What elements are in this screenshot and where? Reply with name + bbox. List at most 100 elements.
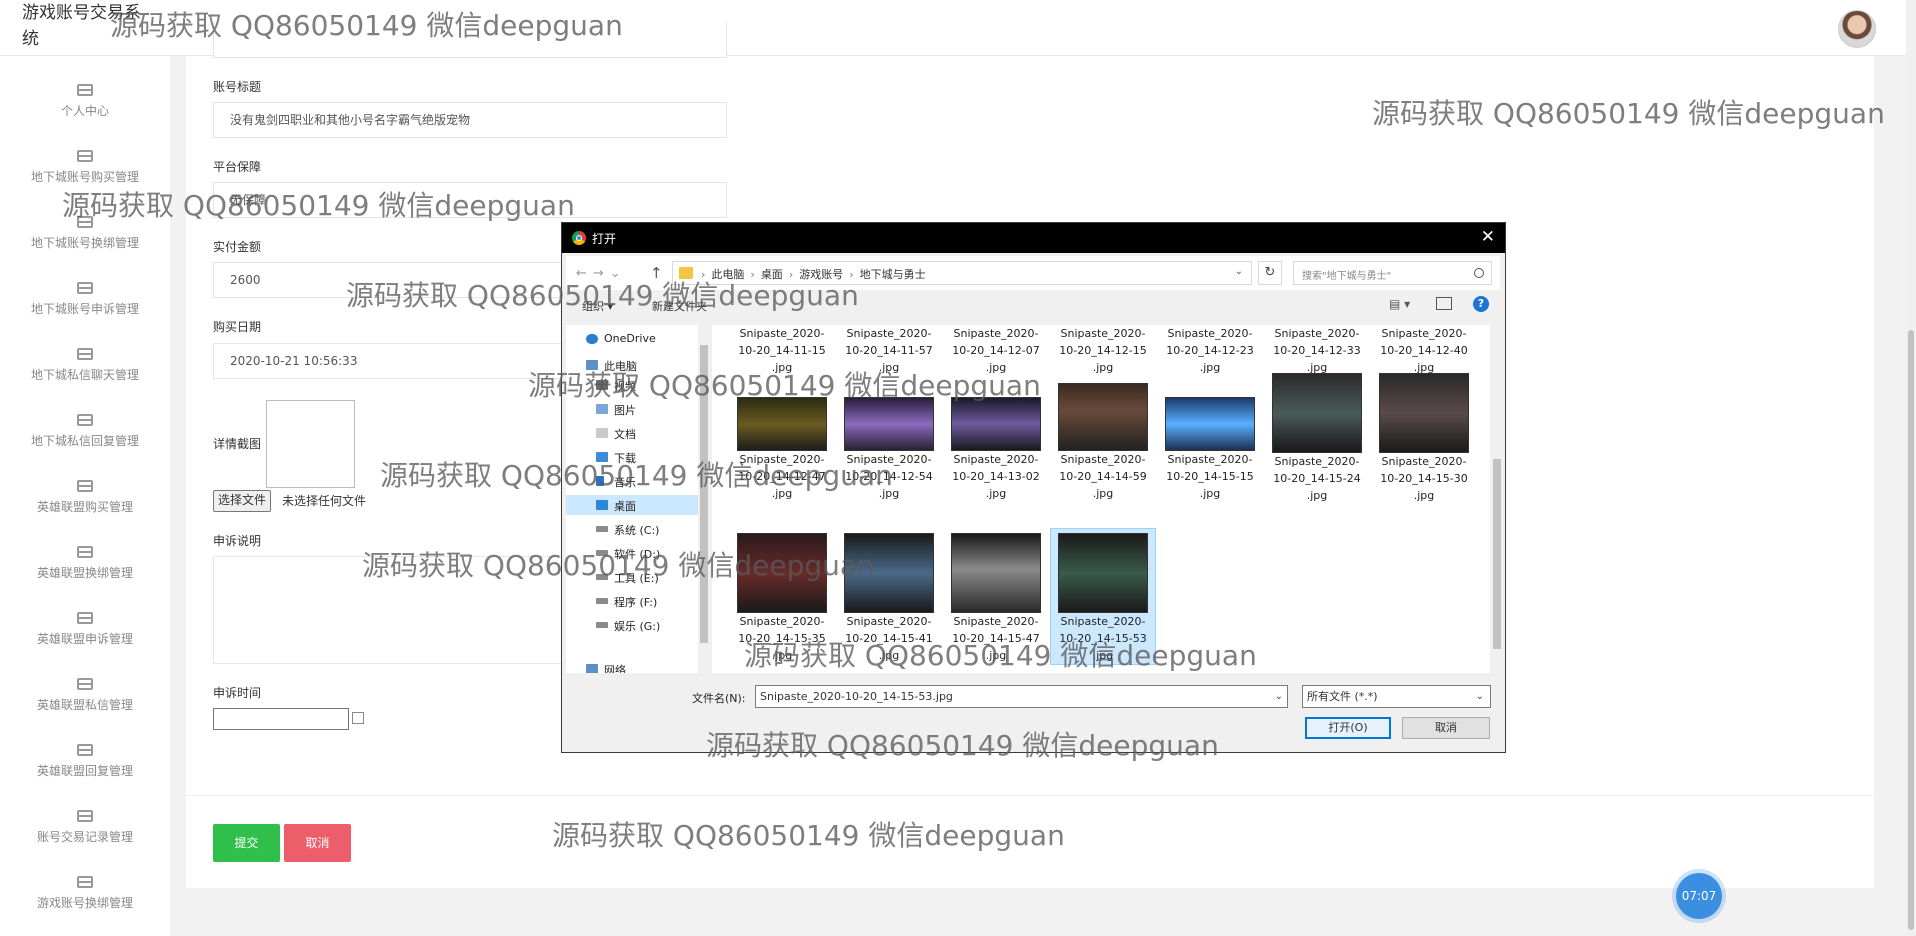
nav-item-drive-f[interactable]: 程序 (F:) <box>566 591 696 611</box>
file-item[interactable]: Snipaste_2020- 10-20_14-11-15 .jpg <box>730 325 834 376</box>
calendar-icon[interactable] <box>352 712 364 724</box>
file-item[interactable]: Snipaste_2020- 10-20_14-12-54 .jpg <box>837 383 941 502</box>
file-item[interactable]: Snipaste_2020- 10-20_14-12-07 .jpg <box>944 325 1048 376</box>
up-arrow-icon[interactable]: ↑ <box>650 264 663 282</box>
chevron-down-icon[interactable]: ⌄ <box>1275 686 1283 707</box>
music-folder-icon <box>596 476 604 486</box>
sidebar-item-trade-records[interactable]: 账号交易记录管理 <box>0 782 170 848</box>
sidebar-item-dnf-reply[interactable]: 地下城私信回复管理 <box>0 386 170 452</box>
sidebar-item-lol-rebind[interactable]: 英雄联盟换绑管理 <box>0 518 170 584</box>
cancel-button[interactable]: 取消 <box>284 824 351 862</box>
no-file-text: 未选择任何文件 <box>282 494 367 508</box>
nav-item-pictures[interactable]: 图片 <box>566 399 696 419</box>
help-icon[interactable]: ? <box>1473 296 1489 312</box>
file-item[interactable]: Snipaste_2020- 10-20_14-12-23 .jpg <box>1158 325 1262 376</box>
view-options-icon[interactable]: ▤ ▾ <box>1389 297 1410 311</box>
nav-item-network[interactable]: 网络 <box>566 659 696 673</box>
nav-item-drive-e[interactable]: 工具 (E:) <box>566 567 696 587</box>
sidebar-item-lol-reply[interactable]: 英雄联盟回复管理 <box>0 716 170 782</box>
file-item[interactable]: Snipaste_2020- 10-20_14-15-15 .jpg <box>1158 383 1262 502</box>
file-item[interactable]: Snipaste_2020- 10-20_14-12-15 .jpg <box>1051 325 1155 376</box>
organize-menu[interactable]: 组织 ▾ <box>582 298 613 314</box>
account-title-input[interactable]: 没有鬼剑四职业和其他小号名字霸气绝版宠物 <box>213 102 727 138</box>
file-item[interactable]: Snipaste_2020- 10-20_14-15-35 .jpg <box>730 533 834 664</box>
cloud-icon <box>586 334 598 344</box>
sidebar-item-personal-center[interactable]: 个人中心 <box>0 56 170 122</box>
back-forward-icons[interactable]: ←→⌄ <box>576 266 627 281</box>
file-list-scrollbar-thumb[interactable] <box>1493 459 1501 649</box>
nav-item-desktop[interactable]: 桌面 <box>566 495 698 515</box>
breadcrumb-item[interactable]: 地下城与勇士 <box>860 268 926 281</box>
file-name-line: Snipaste_2020- <box>1381 327 1467 340</box>
file-list-scrollbar[interactable] <box>1490 325 1504 673</box>
platform-input[interactable]: 无保障 <box>213 182 727 218</box>
file-thumbnail <box>1379 373 1469 453</box>
submit-button[interactable]: 提交 <box>213 824 280 862</box>
close-icon[interactable]: ✕ <box>1481 227 1495 247</box>
sidebar-item-label: 游戏账号换绑管理 <box>36 896 133 910</box>
breadcrumb-item[interactable]: 游戏账号 <box>799 268 843 281</box>
filetype-select[interactable]: 所有文件 (*.*) ⌄ <box>1302 685 1491 708</box>
sidebar-item-dnf-rebind[interactable]: 地下城账号换绑管理 <box>0 188 170 254</box>
open-button[interactable]: 打开(O) <box>1305 717 1391 739</box>
nav-item-documents[interactable]: 文档 <box>566 423 696 443</box>
file-item[interactable]: Snipaste_2020- 10-20_14-14-59 .jpg <box>1051 383 1155 502</box>
nav-item-this-pc[interactable]: 此电脑 <box>566 355 696 375</box>
nav-item-drive-c[interactable]: 系统 (C:) <box>566 519 696 539</box>
dialog-cancel-button[interactable]: 取消 <box>1402 717 1490 739</box>
sidebar-item-lol-appeal[interactable]: 英雄联盟申诉管理 <box>0 584 170 650</box>
file-item[interactable]: Snipaste_2020- 10-20_14-12-40 .jpg <box>1372 325 1476 376</box>
appeal-time-input[interactable] <box>213 708 349 730</box>
file-name-line: Snipaste_2020- <box>739 453 825 466</box>
refresh-icon[interactable]: ↻ <box>1258 261 1282 285</box>
breadcrumb-item[interactable]: 桌面 <box>761 268 783 281</box>
file-name-line: Snipaste_2020- <box>953 453 1039 466</box>
file-name-line: 10-20_14-15-47 <box>952 632 1040 645</box>
file-thumbnail <box>737 533 827 613</box>
account-title-label: 账号标题 <box>213 80 262 94</box>
appeal-time-label: 申诉时间 <box>213 686 262 700</box>
filename-input[interactable]: Snipaste_2020-10-20_14-15-53.jpg ⌄ <box>755 685 1288 708</box>
nav-item-videos[interactable]: 视频 <box>566 375 696 395</box>
nav-item-drive-d[interactable]: 软件 (D:) <box>566 543 696 563</box>
sidebar-item-label: 地下城账号购买管理 <box>30 170 139 184</box>
avatar[interactable] <box>1838 10 1876 48</box>
file-name-line: Snipaste_2020- <box>1060 615 1146 628</box>
nav-item-downloads[interactable]: 下载 <box>566 447 696 467</box>
path-box[interactable]: › 此电脑 › 桌面 › 游戏账号 › 地下城与勇士 ⌄ <box>672 261 1252 285</box>
dialog-title-bar: 打开 ✕ <box>562 223 1505 253</box>
sidebar-item-dnf-appeal[interactable]: 地下城账号申诉管理 <box>0 254 170 320</box>
search-input[interactable]: 搜索"地下城与勇士" <box>1293 261 1492 285</box>
file-name-line: .jpg <box>771 487 793 500</box>
file-item[interactable]: Snipaste_2020- 10-20_14-13-02 .jpg <box>944 383 1048 502</box>
file-item[interactable]: Snipaste_2020- 10-20_14-15-47 .jpg <box>944 533 1048 664</box>
sidebar-item-game-rebind[interactable]: 游戏账号换绑管理 <box>0 848 170 914</box>
page-scrollbar[interactable] <box>1906 0 1916 936</box>
file-item[interactable]: Snipaste_2020- 10-20_14-15-30 .jpg <box>1372 373 1476 504</box>
file-item[interactable]: Snipaste_2020- 10-20_14-15-41 .jpg <box>837 533 941 664</box>
sidebar-item-lol-purchase[interactable]: 英雄联盟购买管理 <box>0 452 170 518</box>
file-name-line: Snipaste_2020- <box>953 327 1039 340</box>
nav-item-onedrive[interactable]: OneDrive <box>566 329 696 349</box>
prev-field[interactable] <box>213 22 727 58</box>
file-item[interactable]: Snipaste_2020- 10-20_14-12-47 .jpg <box>730 383 834 502</box>
choose-file-button[interactable]: 选择文件 <box>213 490 272 512</box>
drive-icon <box>596 550 608 556</box>
sidebar-item-lol-message[interactable]: 英雄联盟私信管理 <box>0 650 170 716</box>
preview-pane-icon[interactable] <box>1436 297 1452 310</box>
file-item-selected[interactable]: Snipaste_2020- 10-20_14-15-53 .jpg <box>1050 528 1156 665</box>
timer-badge[interactable]: 07:07 <box>1676 873 1722 919</box>
nav-item-music[interactable]: 音乐 <box>566 471 696 491</box>
sidebar-item-dnf-purchase[interactable]: 地下城账号购买管理 <box>0 122 170 188</box>
page-scrollbar-thumb[interactable] <box>1908 330 1914 930</box>
nav-item-drive-g[interactable]: 娱乐 (G:) <box>566 615 696 635</box>
file-item[interactable]: Snipaste_2020- 10-20_14-12-33 .jpg <box>1265 325 1369 376</box>
nav-scrollbar[interactable] <box>698 325 710 673</box>
nav-scrollbar-thumb[interactable] <box>700 345 708 643</box>
new-folder-button[interactable]: 新建文件夹 <box>652 298 707 314</box>
file-item[interactable]: Snipaste_2020- 10-20_14-11-57 .jpg <box>837 325 941 376</box>
chevron-down-icon[interactable]: ⌄ <box>1235 266 1243 277</box>
breadcrumb-item[interactable]: 此电脑 <box>711 268 744 281</box>
file-item[interactable]: Snipaste_2020- 10-20_14-15-24 .jpg <box>1265 373 1369 504</box>
sidebar-item-dnf-chat[interactable]: 地下城私信聊天管理 <box>0 320 170 386</box>
